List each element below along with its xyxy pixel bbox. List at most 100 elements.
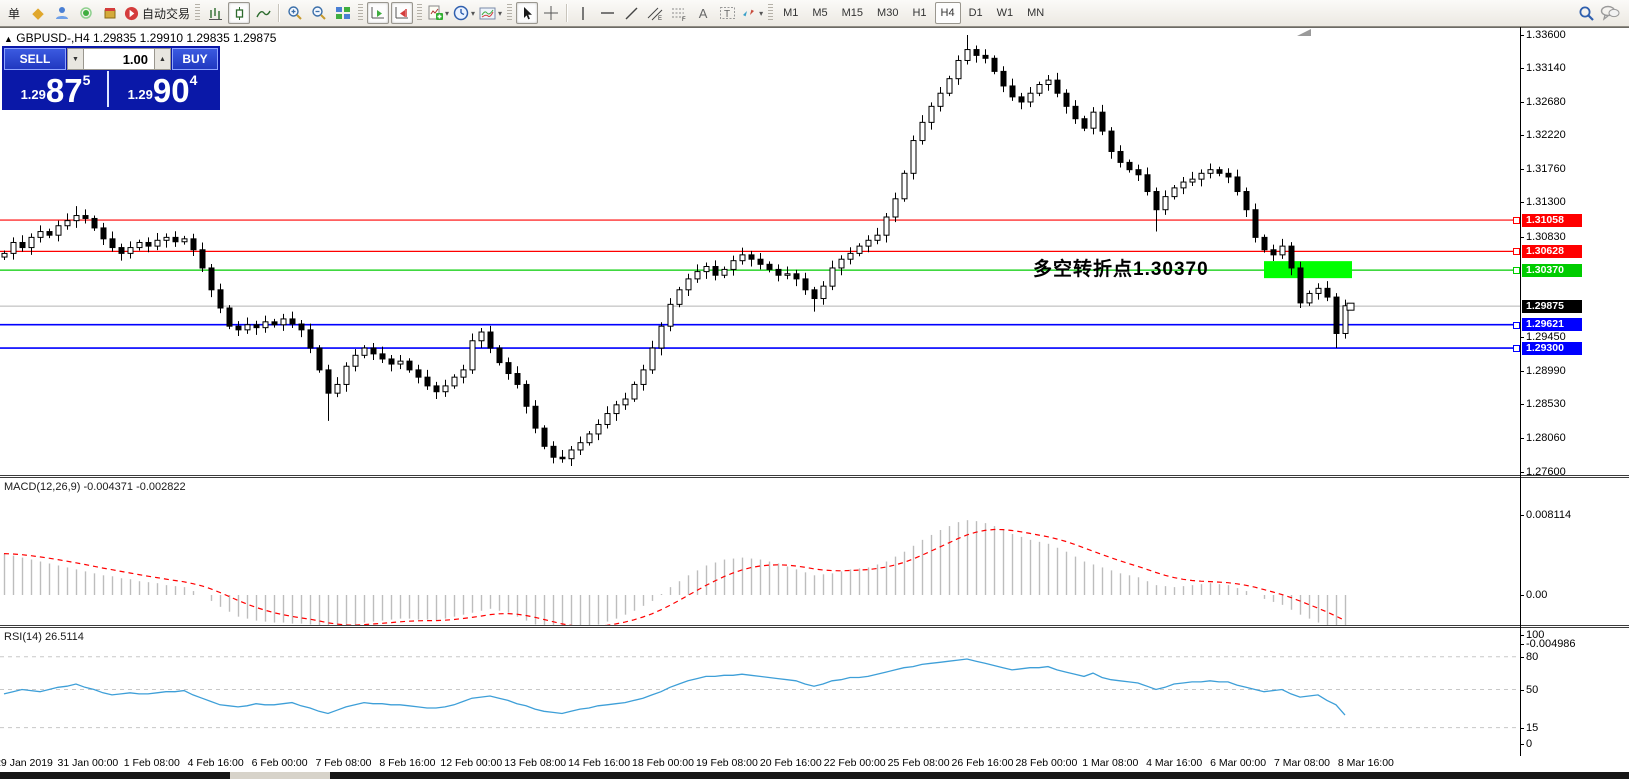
sell-button[interactable]: SELL xyxy=(4,48,66,70)
market-icon[interactable] xyxy=(99,2,121,24)
templates-button[interactable]: ▾ xyxy=(478,2,503,24)
axis-tick xyxy=(1520,657,1524,658)
arrows-button[interactable]: ▾ xyxy=(740,2,764,24)
bar-chart-icon[interactable] xyxy=(204,2,226,24)
tf-button-M1[interactable]: M1 xyxy=(777,2,804,24)
price-axis-label: 1.30830 xyxy=(1526,231,1566,243)
trendline-icon[interactable] xyxy=(620,2,642,24)
gem-icon[interactable]: ◆ xyxy=(27,2,49,24)
tf-button-W1[interactable]: W1 xyxy=(991,2,1020,24)
tf-button-M30[interactable]: M30 xyxy=(871,2,904,24)
macd-axis-label: 0.00 xyxy=(1526,589,1547,601)
scrollbar-thumb[interactable] xyxy=(230,772,330,779)
macd-pane[interactable] xyxy=(0,478,1520,625)
toolbar-grip[interactable] xyxy=(358,4,363,22)
tf-label: MN xyxy=(1027,7,1044,19)
price-axis-label: 1.33140 xyxy=(1526,62,1566,74)
time-axis-label: 28 Feb 00:00 xyxy=(1015,757,1077,769)
volume-up-button[interactable]: ▲ xyxy=(154,48,171,70)
time-axis-label: 29 Jan 2019 xyxy=(0,757,53,769)
time-axis-label: 7 Mar 08:00 xyxy=(1274,757,1330,769)
autotrade-button[interactable]: 自动交易 xyxy=(123,2,191,24)
chevron-down-icon: ▾ xyxy=(759,9,763,18)
sell-price-pip: 5 xyxy=(83,72,91,88)
fibonacci-icon[interactable]: F xyxy=(668,2,690,24)
zoom-in-icon[interactable] xyxy=(284,2,306,24)
axis-tick xyxy=(1520,515,1524,516)
chevron-down-icon: ▾ xyxy=(498,9,502,18)
time-axis-label: 8 Mar 16:00 xyxy=(1338,757,1394,769)
price-level-label: 1.30370 xyxy=(1522,264,1582,277)
axis-tick xyxy=(1520,371,1524,372)
horizontal-scrollbar[interactable] xyxy=(0,772,1629,779)
cursor-icon[interactable] xyxy=(516,2,538,24)
tf-button-H1[interactable]: H1 xyxy=(906,2,932,24)
axis-tick xyxy=(1520,237,1524,238)
new-order-button[interactable]: 单 xyxy=(3,2,25,24)
toolbar-grip[interactable] xyxy=(195,4,200,22)
price-level-label: 1.29621 xyxy=(1522,318,1582,331)
search-icon[interactable] xyxy=(1575,2,1597,24)
time-axis-label: 18 Feb 00:00 xyxy=(632,757,694,769)
toolbar-grip[interactable] xyxy=(417,4,422,22)
collapse-arrow-icon[interactable]: ▲ xyxy=(4,34,13,44)
time-axis-label: 31 Jan 00:00 xyxy=(58,757,119,769)
buy-button[interactable]: BUY xyxy=(172,48,218,70)
buy-price-big: 90 xyxy=(153,76,190,106)
channel-icon[interactable]: E xyxy=(644,2,666,24)
rsi-axis-label: 100 xyxy=(1526,629,1544,641)
volume-down-button[interactable]: ▼ xyxy=(67,48,84,70)
tf-button-D1[interactable]: D1 xyxy=(963,2,989,24)
line-chart-icon[interactable] xyxy=(252,2,274,24)
periods-button[interactable]: ▾ xyxy=(452,2,476,24)
tf-label: M1 xyxy=(783,7,798,19)
rsi-pane[interactable] xyxy=(0,628,1520,755)
price-axis-label: 1.31300 xyxy=(1526,196,1566,208)
tile-windows-icon[interactable] xyxy=(332,2,354,24)
time-axis-label: 7 Feb 08:00 xyxy=(315,757,371,769)
price-pane[interactable] xyxy=(0,27,1520,475)
crosshair-icon[interactable] xyxy=(540,2,562,24)
chevron-down-icon: ▾ xyxy=(471,9,475,18)
main-toolbar: 单 ◆ 自动交易 xyxy=(0,0,1629,27)
chart-shift-icon[interactable] xyxy=(391,2,413,24)
rsi-axis-label: 50 xyxy=(1526,684,1538,696)
text-icon[interactable]: A xyxy=(692,2,714,24)
community-icon[interactable] xyxy=(51,2,73,24)
axis-tick xyxy=(1520,728,1524,729)
new-order-label: 单 xyxy=(8,5,20,22)
axis-tick xyxy=(1520,169,1524,170)
price-axis-label: 1.27600 xyxy=(1526,466,1566,478)
sell-price-prefix: 1.29 xyxy=(21,87,46,102)
time-axis-label: 1 Feb 08:00 xyxy=(124,757,180,769)
text-label-icon[interactable]: T xyxy=(716,2,738,24)
axis-tick xyxy=(1520,438,1524,439)
toolbar-grip[interactable] xyxy=(768,4,773,22)
zoom-out-icon[interactable] xyxy=(308,2,330,24)
buy-price[interactable]: 1.29 90 4 xyxy=(109,71,216,107)
chat-icon[interactable] xyxy=(1599,2,1621,24)
volume-input[interactable]: 1.00 xyxy=(84,48,154,70)
time-axis-label: 8 Feb 16:00 xyxy=(379,757,435,769)
candlestick-icon[interactable] xyxy=(228,2,250,24)
sell-price[interactable]: 1.29 87 5 xyxy=(4,71,109,107)
signal-icon[interactable] xyxy=(75,2,97,24)
axis-tick xyxy=(1520,202,1524,203)
chart-area[interactable]: 1.336001.331401.326801.322201.317601.313… xyxy=(0,27,1629,779)
tf-button-M5[interactable]: M5 xyxy=(806,2,833,24)
pivot-annotation[interactable]: 多空转折点1.30370 xyxy=(1033,254,1209,281)
auto-scroll-icon[interactable] xyxy=(367,2,389,24)
axis-tick xyxy=(1520,595,1524,596)
tf-button-M15[interactable]: M15 xyxy=(836,2,869,24)
indicators-button[interactable]: ▾ xyxy=(426,2,450,24)
horizontal-line-icon[interactable] xyxy=(596,2,618,24)
axis-tick xyxy=(1520,472,1524,473)
tf-button-MN[interactable]: MN xyxy=(1021,2,1050,24)
level-anchor-square xyxy=(1513,217,1520,224)
vertical-line-icon[interactable] xyxy=(572,2,594,24)
tf-button-H4[interactable]: H4 xyxy=(935,2,961,24)
time-axis-label: 20 Feb 16:00 xyxy=(760,757,822,769)
tf-label: W1 xyxy=(997,7,1014,19)
toolbar-grip[interactable] xyxy=(507,4,512,22)
price-level-label: 1.30628 xyxy=(1522,245,1582,258)
